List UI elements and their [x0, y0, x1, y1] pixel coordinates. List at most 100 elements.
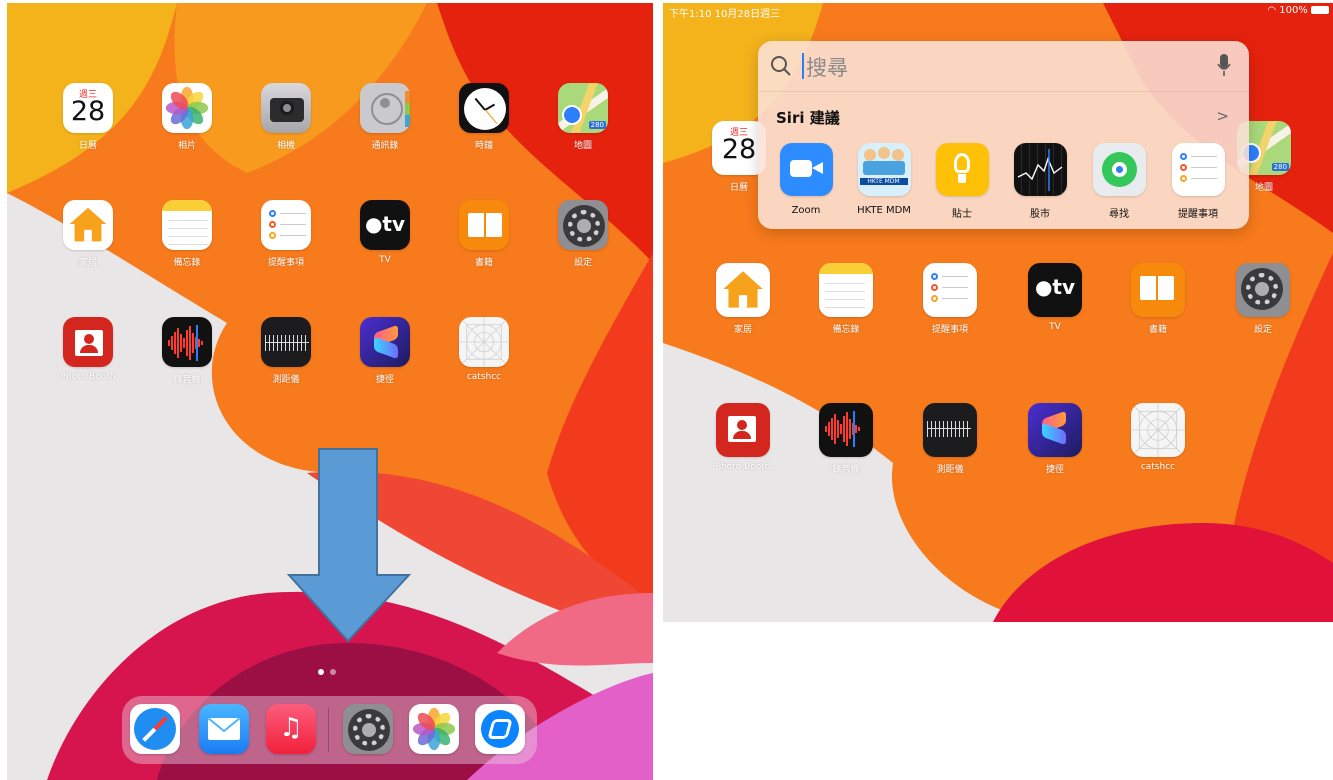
mail-icon[interactable] — [199, 704, 249, 754]
microphone-icon[interactable] — [1217, 54, 1231, 78]
app-label: 備忘錄 — [173, 258, 201, 268]
app-settings[interactable]: 設定 — [1213, 263, 1313, 335]
reminders-icon — [923, 263, 977, 317]
app-notes[interactable]: 備忘錄 — [796, 263, 896, 335]
page-indicator-dot[interactable] — [318, 669, 324, 675]
books-icon — [1131, 263, 1185, 317]
app-shortcuts[interactable]: 捷徑 — [1005, 403, 1105, 475]
app-camera[interactable]: 相機 — [236, 83, 336, 151]
search-input[interactable]: 搜尋 — [806, 52, 848, 82]
app-placeholder-app[interactable]: catshcc — [1108, 403, 1208, 472]
app-label: Zoom — [791, 205, 821, 216]
app-label: 設定 — [1253, 325, 1272, 335]
calendar-day: 28 — [70, 96, 106, 127]
app-label: 提醒事項 — [1178, 209, 1218, 220]
app-label: HKTE MDM — [857, 205, 911, 216]
app-shortcuts[interactable]: 捷徑 — [335, 317, 435, 385]
app-settings[interactable]: 設定 — [533, 200, 633, 268]
books-icon — [459, 200, 509, 250]
app-label: 備忘錄 — [832, 325, 860, 335]
app-label: 家居 — [78, 258, 97, 268]
app-measure[interactable]: 測距儀 — [900, 403, 1000, 475]
app-label: Photo Booth — [715, 462, 771, 472]
siri-suggestion-zoom[interactable]: Zoom — [766, 143, 846, 216]
settings-icon[interactable] — [343, 704, 393, 754]
app-label: TV — [379, 255, 391, 265]
reminders-icon — [1171, 143, 1225, 196]
siri-suggestions-title: Siri 建議 — [776, 109, 840, 127]
app-clock[interactable]: 時鐘 — [434, 83, 534, 151]
safari-icon[interactable] — [130, 704, 180, 754]
siri-suggestion-hkte-mdm[interactable]: HKTE MDM HKTE MDM — [844, 143, 924, 216]
app-label: 家居 — [733, 325, 752, 335]
app-maps[interactable]: 280 地圖 — [533, 83, 633, 151]
tv-logo-text: ●tv — [1034, 275, 1076, 299]
dock-separator — [328, 708, 329, 752]
placeholder-app-icon — [1131, 403, 1185, 457]
notes-icon — [162, 200, 212, 250]
siri-suggestion-reminders[interactable]: 提醒事項 — [1158, 143, 1238, 220]
siri-suggestion-tips[interactable]: 貼士 — [922, 143, 1002, 220]
app-photo-booth[interactable]: Photo Booth — [693, 403, 793, 472]
app-contacts[interactable]: 通訊錄 — [335, 83, 435, 151]
app-reminders[interactable]: 提醒事項 — [900, 263, 1000, 335]
find-my-icon — [1092, 143, 1146, 196]
stocks-icon — [1013, 143, 1067, 196]
siri-suggestions-chevron[interactable]: > — [1216, 107, 1229, 125]
app-label: 測距儀 — [936, 465, 964, 475]
app-calendar[interactable]: 週三 28 日曆 — [38, 83, 138, 151]
app-label: 捷徑 — [375, 375, 394, 385]
app-voice-memos[interactable]: 錄音機 — [137, 317, 237, 385]
search-bar[interactable]: 搜尋 — [758, 41, 1249, 92]
app-label: 提醒事項 — [267, 258, 304, 268]
measure-icon — [923, 403, 977, 457]
app-label: catshcc — [1140, 462, 1176, 472]
apple-tv-icon: ●tv — [1028, 263, 1082, 317]
app-label: 書籍 — [1148, 325, 1167, 335]
dock: ♫ — [122, 696, 537, 764]
app-home[interactable]: 家居 — [38, 200, 138, 268]
placeholder-app-icon — [459, 317, 509, 367]
app-voice-memos[interactable]: 錄音機 — [796, 403, 896, 475]
camera-icon — [261, 83, 311, 133]
reminders-icon — [261, 200, 311, 250]
wifi-icon: ◠ — [1267, 5, 1280, 16]
app-placeholder-app[interactable]: catshcc — [434, 317, 534, 382]
voice-memos-icon — [162, 317, 212, 367]
app-reminders[interactable]: 提醒事項 — [236, 200, 336, 268]
page-indicator-dot[interactable] — [330, 669, 336, 675]
app-label: catshcc — [466, 372, 502, 382]
photo-booth-icon — [716, 403, 770, 457]
photos-icon[interactable] — [409, 704, 459, 754]
map-route-badge: 280 — [588, 121, 606, 129]
music-icon[interactable]: ♫ — [266, 704, 316, 754]
tv-logo-text: ●tv — [364, 212, 406, 236]
mdm-app-icon[interactable] — [475, 704, 525, 754]
app-label: 相機 — [276, 141, 295, 151]
app-home[interactable]: 家居 — [693, 263, 793, 335]
app-label: 測距儀 — [272, 375, 300, 385]
clock-icon — [459, 83, 509, 133]
app-photos[interactable]: 相片 — [137, 83, 237, 151]
shortcuts-icon — [1028, 403, 1082, 457]
app-notes[interactable]: 備忘錄 — [137, 200, 237, 268]
maps-icon: 280 — [558, 83, 608, 133]
app-measure[interactable]: 測距儀 — [236, 317, 336, 385]
app-label: 書籍 — [474, 258, 493, 268]
app-apple-tv[interactable]: ●tv TV — [1005, 263, 1105, 332]
spotlight-search-panel: 搜尋 Siri 建議 > Zoom HKTE MDM HKTE MDM 貼士 股市… — [758, 41, 1249, 229]
app-apple-tv[interactable]: ●tv TV — [335, 200, 435, 265]
calendar-icon: 週三 28 — [63, 83, 113, 133]
settings-icon — [1236, 263, 1290, 317]
siri-suggestion-find-my[interactable]: 尋找 — [1079, 143, 1159, 220]
app-books[interactable]: 書籍 — [434, 200, 534, 268]
measure-icon — [261, 317, 311, 367]
app-photo-booth[interactable]: Photo Booth — [38, 317, 138, 382]
siri-suggestion-stocks[interactable]: 股市 — [1000, 143, 1080, 220]
app-books[interactable]: 書籍 — [1108, 263, 1208, 335]
app-label: 通訊錄 — [371, 141, 399, 151]
ipad-home-screen-left: 週三 28 日曆 相片 相機 通訊錄 時鐘 280 地圖 家居 備忘錄 提醒事項 ●t… — [7, 3, 653, 780]
notes-icon — [819, 263, 873, 317]
down-arrow-annotation — [287, 448, 411, 643]
search-icon — [771, 56, 791, 76]
